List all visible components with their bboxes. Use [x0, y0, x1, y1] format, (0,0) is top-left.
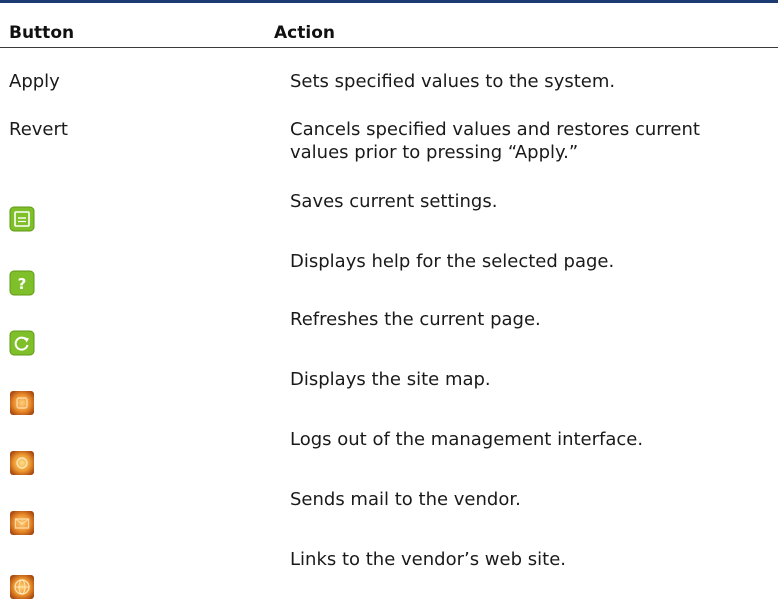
mail-icon[interactable]	[9, 510, 35, 536]
svg-text:?: ?	[18, 275, 27, 293]
apply-button[interactable]: Apply	[9, 70, 60, 93]
action-description: Displays the site map.	[290, 369, 491, 390]
action-description: Sets specified values to the system.	[290, 71, 616, 92]
revert-button[interactable]: Revert	[9, 118, 68, 141]
refresh-icon[interactable]	[9, 330, 35, 356]
action-description: Refreshes the current page.	[290, 309, 541, 330]
table-header: Button Action	[0, 3, 778, 48]
save-icon[interactable]	[9, 206, 35, 232]
help-icon[interactable]: ?	[9, 270, 35, 296]
action-description: Links to the vendor’s web site.	[290, 549, 566, 570]
header-action: Action	[274, 23, 335, 43]
header-button: Button	[9, 23, 75, 43]
action-description: Logs out of the management interface.	[290, 429, 644, 450]
action-description: Sends mail to the vendor.	[290, 489, 521, 510]
action-description: Displays help for the selected page.	[290, 251, 615, 272]
action-description: Cancels specified values and restores cu…	[290, 119, 700, 163]
action-description: Saves current settings.	[290, 191, 498, 212]
site-map-icon[interactable]	[9, 390, 35, 416]
logout-icon[interactable]	[9, 450, 35, 476]
web-site-icon[interactable]	[9, 574, 35, 600]
